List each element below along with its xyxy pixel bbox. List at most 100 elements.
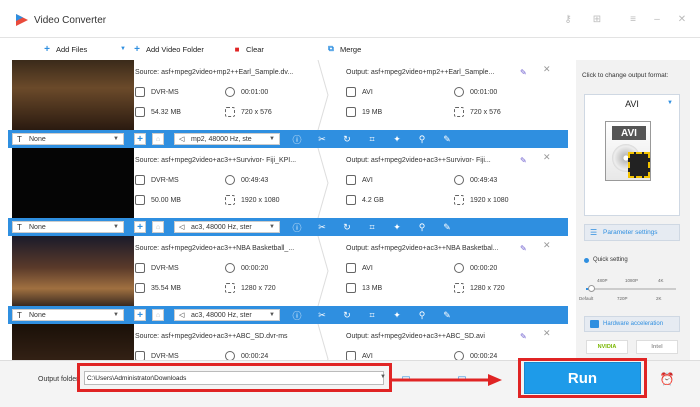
lock-icon[interactable]: ⌂ xyxy=(152,221,164,233)
rename-icon[interactable]: ✎ xyxy=(520,244,527,253)
output-format: AVI xyxy=(346,87,373,97)
speaker-icon: ◁ xyxy=(179,136,185,143)
remove-file-icon[interactable]: ✕ xyxy=(543,240,551,251)
effects-icon[interactable]: ✦ xyxy=(390,132,404,146)
dropdown-icon: ▼ xyxy=(120,46,126,52)
remove-file-icon[interactable]: ✕ xyxy=(543,64,551,75)
key-icon[interactable]: ⚷ xyxy=(562,13,574,25)
close-icon[interactable]: ✕ xyxy=(676,13,688,25)
folder-icon xyxy=(135,107,145,117)
resolution-icon xyxy=(454,107,464,117)
audio-track-select[interactable]: ◁ ac3, 48000 Hz, ster ▼ xyxy=(174,309,280,321)
cut-icon[interactable]: ✂ xyxy=(315,220,329,234)
crop-icon[interactable]: ⌗ xyxy=(365,308,379,322)
folder-icon xyxy=(135,195,145,205)
add-subtitle-button[interactable]: + xyxy=(134,133,146,145)
info-icon[interactable]: ⓘ xyxy=(290,220,304,234)
source-duration: 00:49:43 xyxy=(225,175,268,185)
nvidia-toggle[interactable]: NVIDIA xyxy=(586,340,628,354)
output-resolution: 1920 x 1080 xyxy=(454,195,509,205)
intel-toggle[interactable]: Intel xyxy=(636,340,678,354)
add-video-folder-label: Add Video Folder xyxy=(146,44,204,54)
run-button[interactable]: Run xyxy=(524,362,641,394)
folder-icon xyxy=(135,283,145,293)
quality-slider[interactable] xyxy=(586,285,676,292)
crop-icon[interactable]: ⌗ xyxy=(365,220,379,234)
chevron-down-icon: ▼ xyxy=(269,224,275,230)
edit-icon[interactable]: ✎ xyxy=(440,132,454,146)
clear-button[interactable]: ■ Clear xyxy=(232,42,264,56)
source-resolution: 1920 x 1080 xyxy=(225,195,280,205)
video-thumbnail[interactable] xyxy=(12,324,134,360)
clear-label: Clear xyxy=(246,44,264,54)
rotate-icon[interactable]: ↻ xyxy=(340,308,354,322)
file-icon xyxy=(135,263,145,273)
video-thumbnail[interactable] xyxy=(12,60,134,130)
add-subtitle-button[interactable]: + xyxy=(134,221,146,233)
clock-icon xyxy=(454,87,464,97)
source-format: DVR-MS xyxy=(135,351,179,360)
rename-icon[interactable]: ✎ xyxy=(520,332,527,341)
output-duration: 00:00:24 xyxy=(454,351,497,360)
clock-icon xyxy=(225,351,235,360)
parameter-settings-button[interactable]: ☰ Parameter settings xyxy=(584,224,680,241)
watermark-icon[interactable]: ⚲ xyxy=(415,132,429,146)
rename-icon[interactable]: ✎ xyxy=(520,68,527,77)
cut-icon[interactable]: ✂ xyxy=(315,308,329,322)
output-folder-label: Output folder: xyxy=(38,376,81,383)
parameter-settings-label: Parameter settings xyxy=(603,229,658,236)
resolution-icon xyxy=(454,283,464,293)
tick-1080p: 1080P xyxy=(625,278,639,283)
source-format: DVR-MS xyxy=(135,87,179,97)
tick-480p: 480P xyxy=(597,278,608,283)
file-row: Source: asf+mpeg2video+ac3++NBA Basketba… xyxy=(8,236,568,324)
video-thumbnail[interactable] xyxy=(12,236,134,306)
folder-icon xyxy=(346,107,356,117)
tick-720p: 720P xyxy=(617,296,628,301)
lock-icon[interactable]: ⌂ xyxy=(152,133,164,145)
lock-icon[interactable]: ⌂ xyxy=(152,309,164,321)
edit-icon[interactable]: ✎ xyxy=(440,220,454,234)
intel-label: Intel xyxy=(651,344,663,350)
cart-icon[interactable]: ⊞ xyxy=(591,13,603,25)
menu-icon[interactable]: ≡ xyxy=(627,13,639,25)
effects-icon[interactable]: ✦ xyxy=(390,220,404,234)
watermark-icon[interactable]: ⚲ xyxy=(415,220,429,234)
clock-icon xyxy=(454,263,464,273)
subtitle-select[interactable]: T None ▼ xyxy=(12,221,124,233)
merge-icon: ⧉ xyxy=(328,44,334,53)
file-list: Source: asf+mpeg2video+mp2++Earl_Sample.… xyxy=(8,60,568,360)
hardware-acceleration-button[interactable]: Hardware acceleration xyxy=(584,316,680,332)
cut-icon[interactable]: ✂ xyxy=(315,132,329,146)
minimize-icon[interactable]: – xyxy=(651,13,663,25)
quick-setting: Quick setting xyxy=(584,257,628,263)
video-thumbnail[interactable] xyxy=(12,148,134,218)
add-subtitle-button[interactable]: + xyxy=(134,309,146,321)
merge-button[interactable]: ⧉ Merge xyxy=(326,42,361,56)
subtitle-select[interactable]: T None ▼ xyxy=(12,309,124,321)
rotate-icon[interactable]: ↻ xyxy=(340,132,354,146)
output-format-selector[interactable]: AVI ▼ AVI xyxy=(584,94,680,216)
crop-icon[interactable]: ⌗ xyxy=(365,132,379,146)
file-options-bar: T None ▼ + ⌂ ◁ ac3, 48000 Hz, ster ▼ ⓘ ✂ ↻ ⌗ ✦ ⚲ ✎ xyxy=(8,218,568,236)
info-icon[interactable]: ⓘ xyxy=(290,308,304,322)
watermark-icon[interactable]: ⚲ xyxy=(415,308,429,322)
rename-icon[interactable]: ✎ xyxy=(520,156,527,165)
alarm-clock-icon[interactable]: ⏰ xyxy=(660,372,675,386)
add-files-button[interactable]: + Add Files xyxy=(42,42,87,56)
remove-file-icon[interactable]: ✕ xyxy=(543,328,551,339)
rotate-icon[interactable]: ↻ xyxy=(340,220,354,234)
add-video-folder-button[interactable]: ▼ + Add Video Folder xyxy=(118,42,204,56)
folder-icon xyxy=(346,195,356,205)
output-resolution: 720 x 576 xyxy=(454,107,501,117)
audio-track-select[interactable]: ◁ mp2, 48000 Hz, ste ▼ xyxy=(174,133,280,145)
audio-track-select[interactable]: ◁ ac3, 48000 Hz, ster ▼ xyxy=(174,221,280,233)
output-format-panel: Click to change output format: AVI ▼ AVI… xyxy=(576,60,690,360)
add-files-label: Add Files xyxy=(56,44,88,54)
edit-icon[interactable]: ✎ xyxy=(440,308,454,322)
effects-icon[interactable]: ✦ xyxy=(390,308,404,322)
subtitle-select[interactable]: T None ▼ xyxy=(12,133,124,145)
info-icon[interactable]: ⓘ xyxy=(290,132,304,146)
slider-knob[interactable] xyxy=(587,285,595,292)
remove-file-icon[interactable]: ✕ xyxy=(543,152,551,163)
